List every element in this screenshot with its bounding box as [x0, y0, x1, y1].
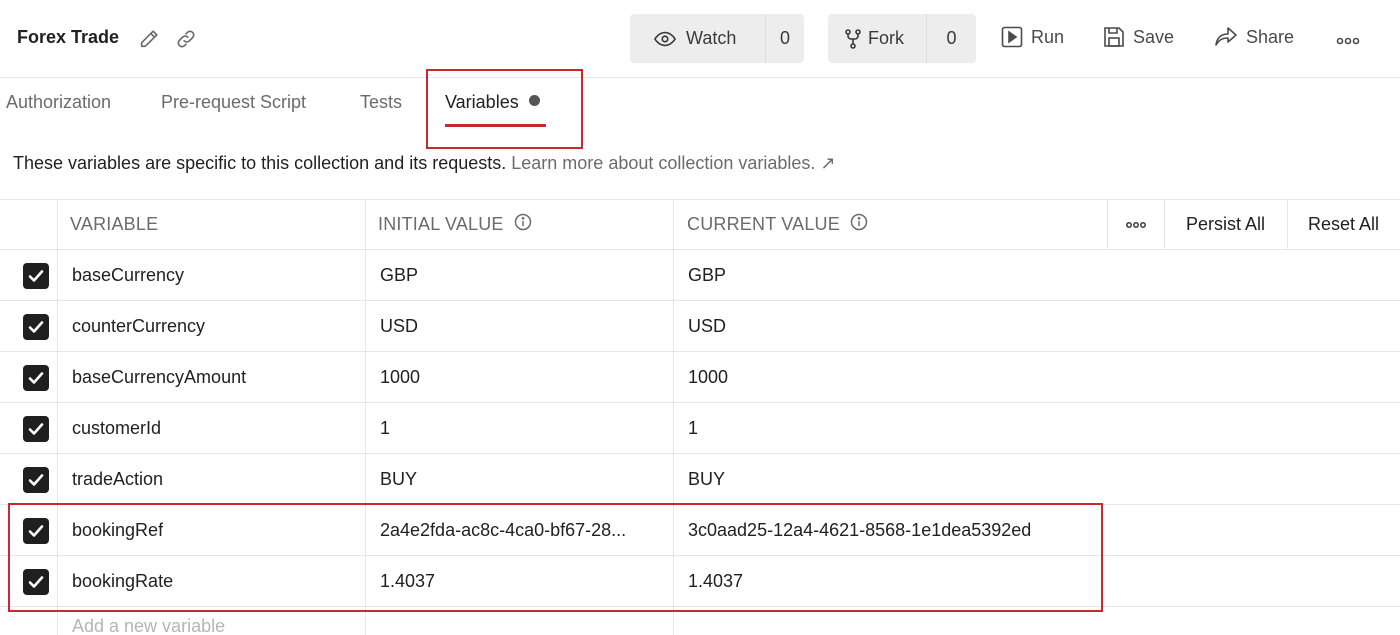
fork-button-group: Fork 0	[828, 14, 976, 63]
variable-name-cell[interactable]: bookingRef	[72, 505, 163, 555]
column-header-variable: VARIABLE	[70, 214, 159, 234]
save-icon	[1103, 26, 1125, 48]
current-value-cell[interactable]: 1	[688, 403, 698, 453]
share-icon	[1214, 26, 1238, 48]
learn-more-link[interactable]: Learn more about collection variables. ↗	[511, 153, 835, 173]
table-row: baseCurrencyAmount 1000 1000	[0, 352, 1400, 403]
persist-all-button[interactable]: Persist All	[1164, 200, 1287, 249]
initial-value-cell[interactable]: 1	[380, 403, 668, 453]
fork-label: Fork	[868, 28, 904, 48]
collection-tabs: Authorization Pre-request Script Tests V…	[0, 78, 1400, 138]
watch-button[interactable]: Watch	[630, 14, 765, 63]
initial-value-label: INITIAL VALUE	[378, 214, 504, 234]
tab-variables-label: Variables	[445, 92, 519, 112]
collection-title: Forex Trade	[17, 27, 120, 47]
variable-name-cell[interactable]: customerId	[72, 403, 161, 453]
variable-name-cell[interactable]: bookingRate	[72, 556, 173, 606]
enable-checkbox[interactable]	[23, 416, 49, 442]
table-row: tradeAction BUY BUY	[0, 454, 1400, 505]
unsaved-changes-dot	[528, 95, 540, 106]
enable-checkbox[interactable]	[23, 467, 49, 493]
tab-tests[interactable]: Tests	[360, 92, 402, 113]
tab-pre-request-script[interactable]: Pre-request Script	[161, 92, 306, 113]
run-label: Run	[1031, 26, 1065, 47]
table-row: bookingRate 1.4037 1.4037	[0, 556, 1400, 607]
active-tab-indicator	[445, 124, 546, 127]
variables-table: VARIABLE INITIAL VALUE CURRENT VALUE Per…	[0, 199, 1400, 635]
table-more-options-icon[interactable]	[1107, 200, 1164, 249]
play-icon	[1001, 26, 1023, 48]
reset-all-button[interactable]: Reset All	[1287, 200, 1400, 249]
variable-name-cell[interactable]: baseCurrency	[72, 250, 184, 300]
info-icon[interactable]	[514, 213, 532, 236]
table-row: baseCurrency GBP GBP	[0, 250, 1400, 301]
variable-name-cell[interactable]: tradeAction	[72, 454, 163, 504]
enable-checkbox[interactable]	[23, 263, 49, 289]
fork-icon	[844, 28, 862, 49]
enable-checkbox[interactable]	[23, 365, 49, 391]
current-value-cell[interactable]: 1.4037	[688, 556, 743, 606]
enable-checkbox[interactable]	[23, 569, 49, 595]
table-row: counterCurrency USD USD	[0, 301, 1400, 352]
initial-value-cell[interactable]: 2a4e2fda-ac8c-4ca0-bf67-28...	[380, 505, 668, 555]
watch-count[interactable]: 0	[765, 14, 804, 63]
column-header-initial-value: INITIAL VALUE	[378, 200, 532, 249]
tab-authorization[interactable]: Authorization	[6, 92, 111, 113]
current-value-label: CURRENT VALUE	[687, 214, 840, 234]
variable-name-cell[interactable]: counterCurrency	[72, 301, 205, 351]
initial-value-cell[interactable]: USD	[380, 301, 668, 351]
watch-label: Watch	[686, 28, 737, 48]
current-value-cell[interactable]: 3c0aad25-12a4-4621-8568-1e1dea5392ed	[688, 505, 1031, 555]
current-value-cell[interactable]: GBP	[688, 250, 726, 300]
collection-header: Forex Trade Watch 0 Fork 0 Run Save Shar…	[0, 0, 1400, 78]
more-options-icon[interactable]	[1336, 33, 1360, 51]
add-variable-input[interactable]: Add a new variable	[72, 607, 225, 635]
run-button[interactable]: Run	[1001, 26, 1064, 48]
current-value-cell[interactable]: BUY	[688, 454, 725, 504]
variables-description: These variables are specific to this col…	[13, 153, 836, 174]
edit-pencil-icon[interactable]	[138, 28, 160, 50]
initial-value-cell[interactable]: 1000	[380, 352, 668, 402]
variable-name-cell[interactable]: baseCurrencyAmount	[72, 352, 246, 402]
current-value-cell[interactable]: 1000	[688, 352, 728, 402]
share-button[interactable]: Share	[1214, 26, 1294, 48]
column-header-current-value: CURRENT VALUE	[687, 200, 868, 249]
save-label: Save	[1133, 26, 1175, 47]
current-value-cell[interactable]: USD	[688, 301, 726, 351]
enable-checkbox[interactable]	[23, 518, 49, 544]
table-row: customerId 1 1	[0, 403, 1400, 454]
tab-variables[interactable]: Variables	[445, 92, 540, 113]
info-icon[interactable]	[850, 213, 868, 236]
share-label: Share	[1246, 26, 1295, 47]
fork-count[interactable]: 0	[926, 14, 976, 63]
initial-value-cell[interactable]: 1.4037	[380, 556, 668, 606]
initial-value-cell[interactable]: BUY	[380, 454, 668, 504]
eye-icon	[654, 31, 676, 47]
save-button[interactable]: Save	[1103, 26, 1174, 48]
initial-value-cell[interactable]: GBP	[380, 250, 668, 300]
link-icon[interactable]	[175, 28, 197, 50]
add-variable-row: Add a new variable	[0, 607, 1400, 635]
description-text: These variables are specific to this col…	[13, 153, 507, 173]
watch-button-group: Watch 0	[630, 14, 804, 63]
fork-button[interactable]: Fork	[828, 14, 926, 63]
table-row: bookingRef 2a4e2fda-ac8c-4ca0-bf67-28... 3…	[0, 505, 1400, 556]
table-header-row: VARIABLE INITIAL VALUE CURRENT VALUE Per…	[0, 199, 1400, 250]
enable-checkbox[interactable]	[23, 314, 49, 340]
